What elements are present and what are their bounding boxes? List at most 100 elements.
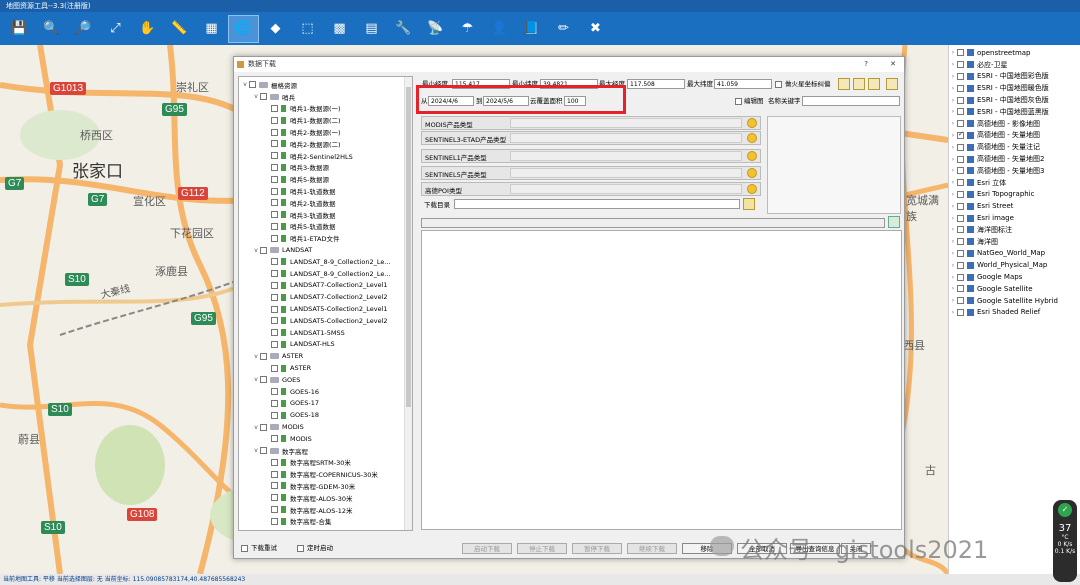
select-type-icon[interactable] bbox=[747, 151, 757, 161]
measure-area-button[interactable]: ▦ bbox=[196, 15, 227, 43]
product-type-input[interactable] bbox=[510, 118, 742, 128]
tree-checkbox[interactable] bbox=[271, 458, 278, 466]
tree-leaf-node[interactable]: 哨兵5-数据源 bbox=[239, 173, 412, 185]
layer-checkbox[interactable] bbox=[957, 202, 964, 210]
layer-item[interactable]: › 高德地图 - 矢量地图 bbox=[949, 130, 1080, 142]
tree-leaf-node[interactable]: 哨兵1-数据源(二) bbox=[239, 114, 412, 126]
tree-checkbox[interactable] bbox=[271, 199, 278, 207]
tree-leaf-node[interactable]: 哨兵2-数据源(一) bbox=[239, 126, 412, 138]
select-type-icon[interactable] bbox=[747, 118, 757, 128]
tree-folder-node[interactable]: v 哨兵 bbox=[239, 91, 412, 103]
tree-scrollbar[interactable] bbox=[404, 77, 412, 530]
layer-item[interactable]: › ESRI - 中国地图彩色版 bbox=[949, 71, 1080, 83]
tree-leaf-node[interactable]: GOES-16 bbox=[239, 386, 412, 398]
mars-correction-checkbox[interactable] bbox=[775, 81, 782, 88]
layer-checkbox[interactable] bbox=[957, 249, 964, 257]
tree-checkbox[interactable] bbox=[260, 376, 267, 384]
tree-checkbox[interactable] bbox=[271, 211, 278, 219]
tree-leaf-node[interactable]: 哨兵3-数据源 bbox=[239, 162, 412, 174]
zoom-in-button[interactable]: 🔍 bbox=[36, 15, 67, 43]
tree-checkbox[interactable] bbox=[271, 140, 278, 148]
tree-folder-node[interactable]: v 栅格资源 bbox=[239, 79, 412, 91]
layer-item[interactable]: › Esri 立体 bbox=[949, 177, 1080, 189]
tree-checkbox[interactable] bbox=[249, 81, 256, 89]
tree-leaf-node[interactable]: 哨兵1-数据源(一) bbox=[239, 103, 412, 115]
layer-item[interactable]: › Esri Shaded Relief bbox=[949, 307, 1080, 319]
timer-start-checkbox[interactable] bbox=[297, 545, 304, 552]
scrollbar-thumb[interactable] bbox=[406, 87, 411, 407]
layer-checkbox[interactable] bbox=[957, 143, 964, 151]
layer-checkbox[interactable] bbox=[957, 261, 964, 269]
tree-leaf-node[interactable]: 数字高程SRTM-30米 bbox=[239, 457, 412, 469]
tree-checkbox[interactable] bbox=[271, 175, 278, 183]
layer-item[interactable]: › 高德地图 - 矢量地图2 bbox=[949, 153, 1080, 165]
grid-config-icon[interactable] bbox=[886, 78, 898, 90]
layer-item[interactable]: › 高德地图 - 矢量地图3 bbox=[949, 165, 1080, 177]
help-icon[interactable]: ? bbox=[864, 57, 868, 72]
tree-checkbox[interactable] bbox=[271, 163, 278, 171]
layer-button[interactable]: ▤ bbox=[356, 15, 387, 43]
layer-checkbox[interactable] bbox=[957, 238, 964, 246]
tree-checkbox[interactable] bbox=[260, 447, 267, 455]
product-type-input[interactable] bbox=[510, 133, 742, 143]
tree-leaf-node[interactable]: 哨兵1-ETAD文件 bbox=[239, 232, 412, 244]
tree-checkbox[interactable] bbox=[271, 104, 278, 112]
zoom-out-button[interactable]: 🔎 bbox=[68, 15, 99, 43]
tree-leaf-node[interactable]: 哨兵2-Sentinel2HLS bbox=[239, 150, 412, 162]
tree-checkbox[interactable] bbox=[271, 293, 278, 301]
pencil-button[interactable]: ✏ bbox=[548, 15, 579, 43]
grid-button[interactable]: ▩ bbox=[324, 15, 355, 43]
measure-ruler-button[interactable]: 📏 bbox=[164, 15, 195, 43]
tree-checkbox[interactable] bbox=[271, 222, 278, 230]
expand-caret-icon[interactable]: v bbox=[252, 93, 260, 100]
book-button[interactable]: 📘 bbox=[516, 15, 547, 43]
layer-item[interactable]: › ESRI - 中国地图灰色版 bbox=[949, 94, 1080, 106]
tree-leaf-node[interactable]: GOES-17 bbox=[239, 398, 412, 410]
umbrella-button[interactable]: ☂ bbox=[452, 15, 483, 43]
layer-checkbox[interactable] bbox=[957, 179, 964, 187]
tree-checkbox[interactable] bbox=[260, 93, 267, 101]
tree-checkbox[interactable] bbox=[271, 411, 278, 419]
close-icon[interactable]: ✕ bbox=[890, 57, 896, 72]
tree-folder-node[interactable]: v LANDSAT bbox=[239, 244, 412, 256]
tree-leaf-node[interactable]: LANDSAT_8-9_Collection2_Le... bbox=[239, 268, 412, 280]
full-extent-button[interactable]: ⤢ bbox=[100, 15, 131, 43]
layer-checkbox[interactable] bbox=[957, 155, 964, 163]
layer-item[interactable]: › Google Satellite Hybrid bbox=[949, 295, 1080, 307]
tree-leaf-node[interactable]: GOES-18 bbox=[239, 409, 412, 421]
select-type-icon[interactable] bbox=[747, 133, 757, 143]
layer-item[interactable]: › 必应-卫星 bbox=[949, 59, 1080, 71]
tree-checkbox[interactable] bbox=[271, 258, 278, 266]
tree-checkbox[interactable] bbox=[271, 435, 278, 443]
select-rectangle-button[interactable]: ⬚ bbox=[292, 15, 323, 43]
layer-item[interactable]: › 海洋图 bbox=[949, 236, 1080, 248]
tree-checkbox[interactable] bbox=[260, 423, 267, 431]
layer-checkbox[interactable] bbox=[957, 96, 964, 104]
tree-checkbox[interactable] bbox=[271, 281, 278, 289]
save-button[interactable]: 💾 bbox=[4, 15, 35, 43]
expand-caret-icon[interactable]: v bbox=[252, 447, 260, 454]
select-type-icon[interactable] bbox=[747, 168, 757, 178]
layer-item[interactable]: › 高德地图 - 矢量注记 bbox=[949, 141, 1080, 153]
layer-item[interactable]: › openstreetmap bbox=[949, 47, 1080, 59]
tree-checkbox[interactable] bbox=[271, 364, 278, 372]
dialog-title-bar[interactable]: 数据下载 ? ✕ bbox=[234, 57, 904, 72]
layer-checkbox[interactable] bbox=[957, 285, 964, 293]
tree-checkbox[interactable] bbox=[271, 152, 278, 160]
tree-leaf-node[interactable]: 哨兵1-轨道数据 bbox=[239, 185, 412, 197]
download-dir-input[interactable] bbox=[454, 199, 740, 209]
search-region-icon[interactable] bbox=[853, 78, 865, 90]
tree-checkbox[interactable] bbox=[271, 399, 278, 407]
query-search-icon[interactable] bbox=[888, 216, 900, 228]
layer-item[interactable]: › ESRI - 中国地图蓝黑版 bbox=[949, 106, 1080, 118]
tree-leaf-node[interactable]: ASTER bbox=[239, 362, 412, 374]
tree-leaf-node[interactable]: 哨兵5-轨道数据 bbox=[239, 221, 412, 233]
tree-leaf-node[interactable]: 数字高程-ALOS-12米 bbox=[239, 504, 412, 516]
expand-caret-icon[interactable]: v bbox=[252, 424, 260, 431]
product-type-input[interactable] bbox=[510, 168, 742, 178]
tree-folder-node[interactable]: v 数字高程 bbox=[239, 445, 412, 457]
max-lon-input[interactable]: 117.508 bbox=[627, 79, 685, 89]
max-lat-input[interactable]: 41.059 bbox=[714, 79, 772, 89]
tree-leaf-node[interactable]: LANDSAT_8-9_Collection2_Le... bbox=[239, 256, 412, 268]
tree-leaf-node[interactable]: LANDSAT5-Collection2_Level1 bbox=[239, 303, 412, 315]
